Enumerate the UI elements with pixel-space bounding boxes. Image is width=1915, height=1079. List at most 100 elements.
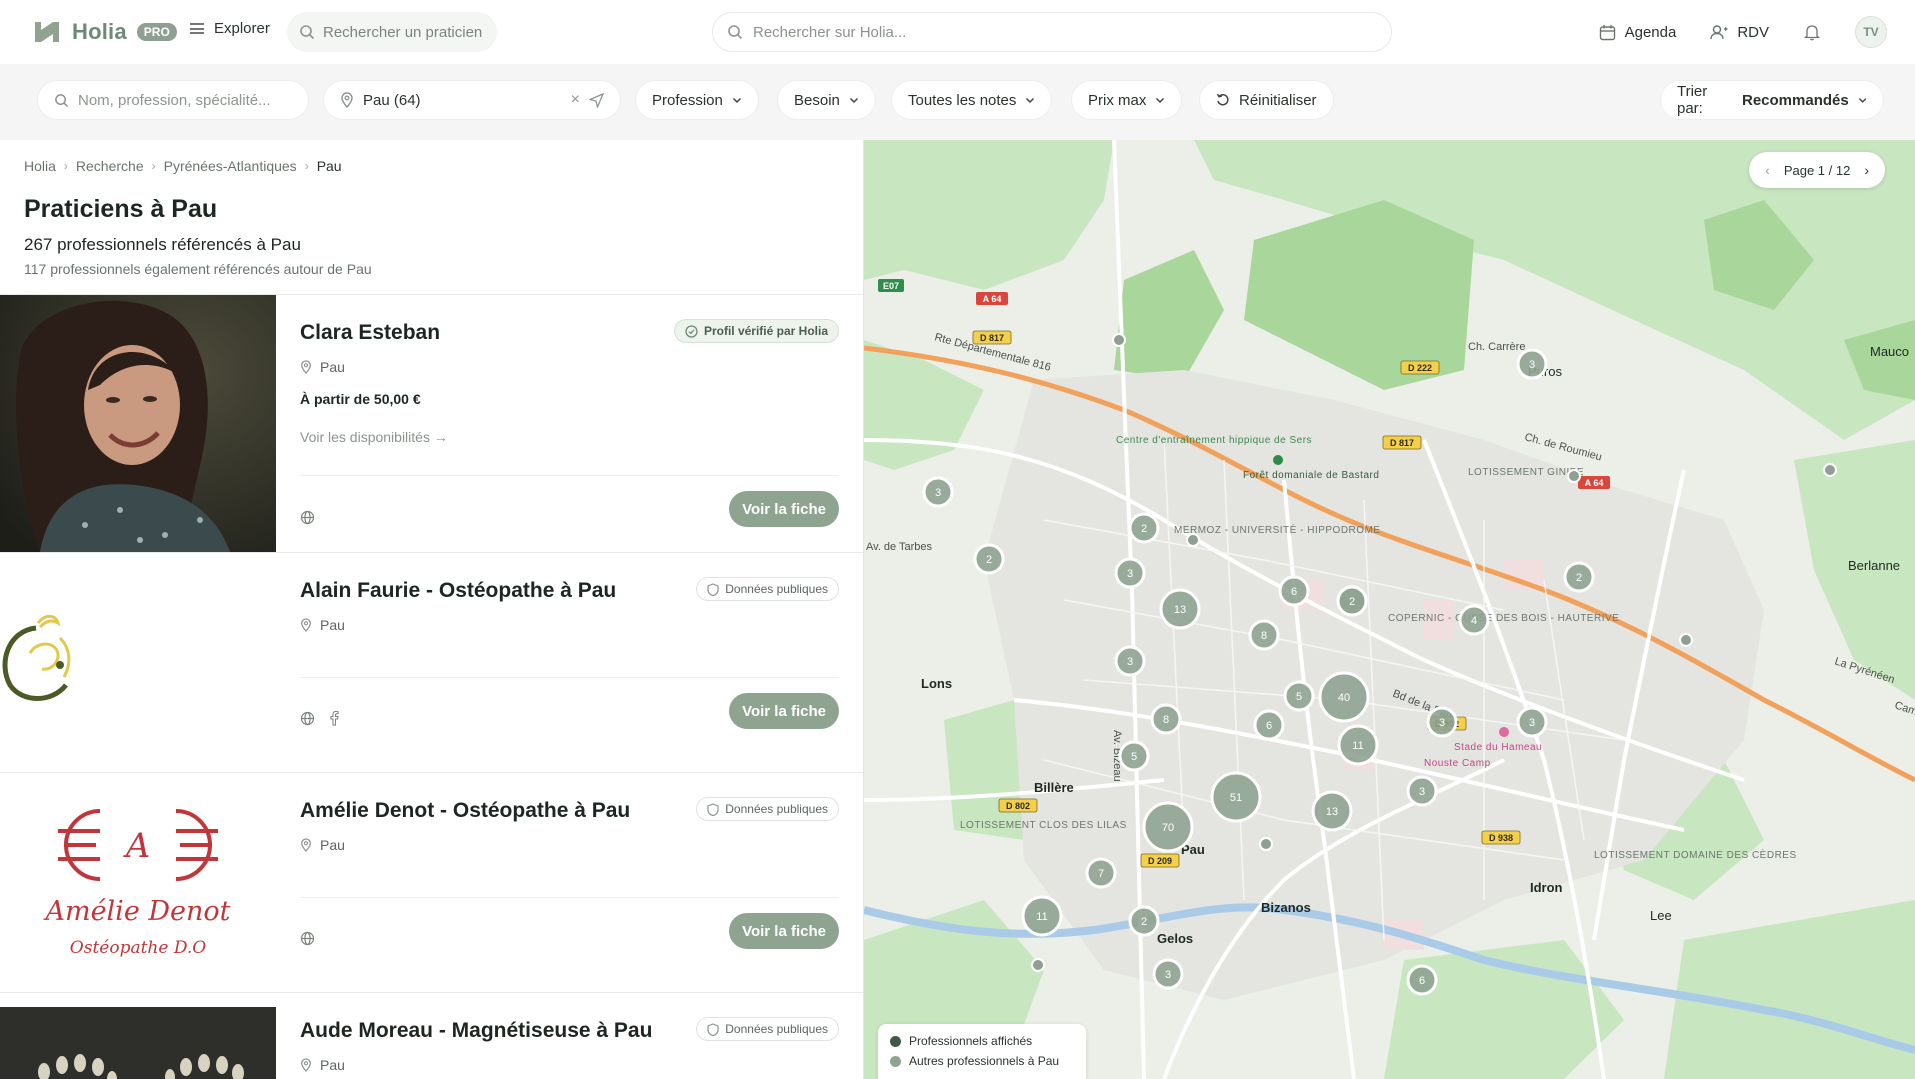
query-filter-placeholder: Nom, profession, spécialité... <box>78 91 271 109</box>
map-poi-label: MERMOZ - UNIVERSITÉ - HIPPODROME <box>1174 523 1381 536</box>
location-pin-icon <box>301 618 311 632</box>
road-shield-label: D 222 <box>1408 363 1432 373</box>
query-filter-input[interactable]: Nom, profession, spécialité... <box>38 81 308 119</box>
practitioner-card[interactable]: A Amélie Denot Ostéopathe D.O Amélie Den… <box>0 772 863 992</box>
practitioner-card[interactable]: Clara Esteban Profil vérifié par Holia P… <box>0 294 863 552</box>
map-marker[interactable] <box>1679 633 1693 647</box>
chevron-down-icon <box>849 97 858 104</box>
user-avatar[interactable]: TV <box>1855 16 1887 48</box>
sort-dropdown[interactable]: Trier par: Recommandés <box>1661 81 1883 119</box>
chevron-right-icon[interactable]: › <box>1864 162 1869 178</box>
practitioner-location: Pau <box>300 617 345 633</box>
map-poi-label: Stade du Hameau <box>1454 742 1542 753</box>
location-pin-icon <box>301 360 311 374</box>
map-legend: Professionnels affichés Autres professio… <box>878 1024 1086 1079</box>
breadcrumb: Holia › Recherche › Pyrénées-Atlantiques… <box>24 158 342 174</box>
price-from: À partir de 50,00 € <box>300 391 421 407</box>
search-icon <box>55 93 69 107</box>
view-profile-button[interactable]: Voir la fiche <box>729 491 839 527</box>
rdv-label: RDV <box>1737 23 1769 41</box>
map-place-label: Lons <box>921 676 952 691</box>
globe-icon[interactable] <box>300 711 315 726</box>
shield-icon <box>707 582 719 596</box>
practitioner-photo <box>0 295 276 552</box>
road-shield-label: E07 <box>883 281 899 291</box>
price-filter-dropdown[interactable]: Prix max <box>1072 81 1182 119</box>
global-search-input[interactable]: Rechercher sur Holia... <box>712 12 1392 52</box>
practitioner-name[interactable]: Aude Moreau - Magnétiseuse à Pau <box>300 1019 652 1043</box>
pro-badge: PRO <box>136 23 177 41</box>
search-practitioner-input[interactable]: Rechercher un praticien <box>287 12 497 52</box>
map-marker[interactable] <box>1259 837 1273 851</box>
map-marker[interactable] <box>1186 533 1200 547</box>
clear-location-icon[interactable]: × <box>571 91 580 109</box>
sort-value: Recommandés <box>1742 91 1849 109</box>
road-shield-label: D 938 <box>1489 833 1513 843</box>
map-poi-label: Forêt domaniale de Bastard <box>1243 470 1379 481</box>
rdv-link[interactable]: RDV <box>1710 24 1769 41</box>
map-cluster-count: 3 <box>1165 969 1171 981</box>
globe-icon[interactable] <box>300 931 315 946</box>
chevron-right-icon: › <box>63 159 68 173</box>
practitioner-logo <box>0 553 276 772</box>
agenda-link[interactable]: Agenda <box>1599 24 1676 41</box>
view-profile-button[interactable]: Voir la fiche <box>729 693 839 729</box>
map-cluster-count: 3 <box>1419 786 1425 798</box>
map-cluster-count: 3 <box>1127 568 1133 580</box>
breadcrumb-item[interactable]: Holia <box>24 158 56 174</box>
practitioner-name[interactable]: Alain Faurie - Ostéopathe à Pau <box>300 579 616 603</box>
chevron-down-icon <box>732 97 741 104</box>
breadcrumb-item[interactable]: Pyrénées-Atlantiques <box>164 158 297 174</box>
map-marker[interactable] <box>1823 463 1837 477</box>
reset-filters-button[interactable]: Réinitialiser <box>1200 81 1333 119</box>
holia-logo[interactable]: Holia PRO <box>32 18 177 46</box>
chevron-left-icon[interactable]: ‹ <box>1765 162 1770 178</box>
map-canvas[interactable]: Lons Billère Pau Bizanos Gelos Idron Lee… <box>864 140 1915 1079</box>
map-place-label: Berlanne <box>1848 558 1900 573</box>
road-shield-label: D 209 <box>1148 856 1172 866</box>
results-map[interactable]: Lons Billère Pau Bizanos Gelos Idron Lee… <box>864 140 1915 1079</box>
search-practitioner-placeholder: Rechercher un praticien <box>323 23 483 41</box>
practitioner-location: Pau <box>300 1057 345 1073</box>
reset-icon <box>1216 93 1229 106</box>
road-shield-label: A 64 <box>1585 478 1604 488</box>
map-cluster-count: 11 <box>1352 740 1363 752</box>
logo-subtitle: Ostéopathe D.O <box>70 938 206 958</box>
notes-filter-dropdown[interactable]: Toutes les notes <box>892 81 1052 119</box>
public-data-badge: Données publiques <box>696 1017 839 1041</box>
view-profile-button[interactable]: Voir la fiche <box>729 913 839 949</box>
map-marker[interactable] <box>1567 469 1581 483</box>
explorer-menu-button[interactable]: Explorer <box>190 20 270 37</box>
map-cluster-count: 13 <box>1174 604 1186 616</box>
menu-icon <box>190 23 204 34</box>
location-pin-icon <box>341 92 353 108</box>
map-cluster-count: 3 <box>1439 717 1445 729</box>
card-divider <box>300 897 839 898</box>
legend-label: Professionnels affichés <box>909 1034 1033 1048</box>
practitioner-name[interactable]: Clara Esteban <box>300 321 440 345</box>
map-cluster-count: 2 <box>1141 523 1147 535</box>
practitioner-card[interactable]: Aude Moreau - Magnétiseuse à Pau Données… <box>0 992 863 1079</box>
map-cluster-count: 11 <box>1036 911 1047 923</box>
app-name: Holia <box>72 19 127 44</box>
availability-link[interactable]: Voir les disponibilités → <box>300 429 448 445</box>
practitioner-card[interactable]: Alain Faurie - Ostéopathe à Pau Données … <box>0 552 863 772</box>
map-place-label: Mauco <box>1870 344 1909 359</box>
map-page-indicator: Page 1 / 12 <box>1783 162 1851 178</box>
location-filter-input[interactable]: Pau (64) × <box>324 81 620 119</box>
practitioner-name[interactable]: Amélie Denot - Ostéopathe à Pau <box>300 799 630 823</box>
bell-icon[interactable] <box>1803 23 1821 41</box>
globe-icon[interactable] <box>300 510 315 525</box>
map-marker[interactable] <box>1112 333 1126 347</box>
facebook-icon[interactable] <box>329 711 339 726</box>
results-panel: Holia › Recherche › Pyrénées-Atlantiques… <box>0 140 864 1079</box>
geolocate-arrow-icon[interactable] <box>589 92 604 108</box>
besoin-filter-dropdown[interactable]: Besoin <box>778 81 875 119</box>
public-data-badge: Données publiques <box>696 797 839 821</box>
stadium-pin-icon <box>1499 727 1509 737</box>
map-marker[interactable] <box>1031 958 1045 972</box>
profession-filter-dropdown[interactable]: Profession <box>636 81 758 119</box>
card-divider <box>300 677 839 678</box>
breadcrumb-item[interactable]: Recherche <box>76 158 144 174</box>
profession-filter-label: Profession <box>652 91 723 109</box>
